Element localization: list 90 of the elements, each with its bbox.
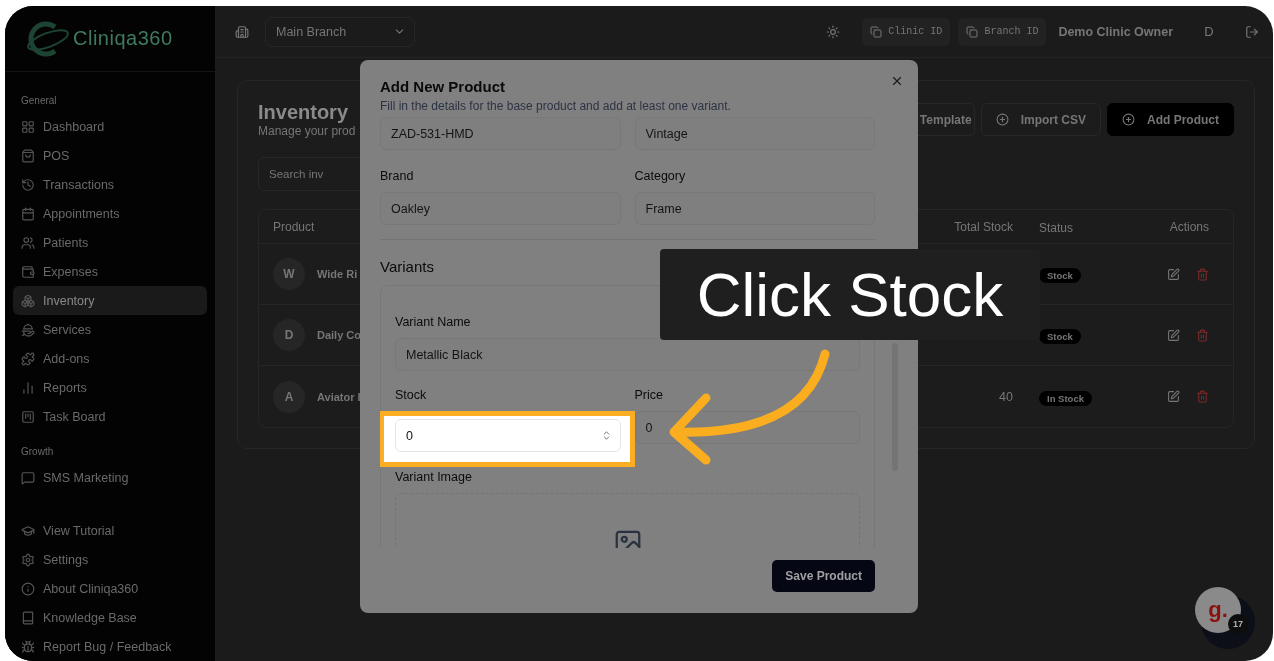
- field-label: Variant Image: [395, 469, 473, 485]
- field-label: Brand: [380, 168, 415, 184]
- column-header: Actions: [1169, 219, 1209, 234]
- modal-subtitle: Fill in the details for the base product and add at least one variant.: [380, 99, 732, 113]
- copy-icon: [870, 25, 883, 38]
- save-product-button[interactable]: Save Product: [772, 560, 875, 592]
- wallet-icon: [21, 264, 35, 279]
- info-icon: [21, 581, 35, 596]
- field-label: Stock: [395, 387, 428, 403]
- nav-item[interactable]: Task Board: [13, 402, 207, 431]
- grid-icon: [21, 119, 35, 134]
- nav-item[interactable]: POS: [13, 141, 207, 170]
- copy-id-button[interactable]: Branch ID: [958, 17, 1047, 46]
- nav-item[interactable]: Transactions: [13, 170, 207, 199]
- user-name: Demo Clinic Owner: [1058, 24, 1173, 39]
- plus-circle-icon: [1122, 113, 1135, 126]
- section-title: Growth: [20, 445, 55, 459]
- status-badge: Stock: [1039, 329, 1081, 344]
- settings-icon: [21, 552, 35, 567]
- nav-item[interactable]: Services: [13, 315, 207, 344]
- nav-item[interactable]: About Cliniqa360: [13, 574, 207, 603]
- nav-item[interactable]: Report Bug / Feedback: [13, 632, 207, 661]
- bug-icon: [21, 639, 35, 654]
- nav-item[interactable]: Dashboard: [13, 112, 207, 141]
- number-field[interactable]: 0: [395, 419, 621, 452]
- input-field[interactable]: ZAD-531-HMD: [380, 117, 621, 150]
- nav-item[interactable]: Inventory: [13, 286, 207, 315]
- section-title: General: [20, 94, 58, 108]
- field-label: Category: [634, 168, 687, 184]
- bar-chart-icon: [21, 380, 35, 395]
- modal-title: Add New Product: [380, 78, 505, 95]
- page-title: Inventory: [258, 101, 350, 124]
- nav-item[interactable]: Add-ons: [13, 344, 207, 373]
- copy-icon: [966, 25, 979, 38]
- product-avatar: D: [273, 319, 305, 351]
- edit-icon[interactable]: [1167, 328, 1180, 342]
- theme-toggle-icon[interactable]: [826, 24, 841, 39]
- nav-item[interactable]: Patients: [13, 228, 207, 257]
- user-avatar[interactable]: D: [1195, 17, 1223, 46]
- edit-icon[interactable]: [1167, 267, 1180, 281]
- nav-item[interactable]: Reports: [13, 373, 207, 402]
- boxes-icon: [21, 293, 35, 308]
- notification-badge: 17: [1228, 614, 1248, 634]
- field-label: Price: [634, 387, 664, 403]
- callout-label: Click Stock: [660, 249, 1040, 340]
- nav-item[interactable]: View Tutorial: [13, 516, 207, 545]
- nav-item[interactable]: Knowledge Base: [13, 603, 207, 632]
- message-icon: [21, 470, 35, 485]
- input-field[interactable]: Vintage: [634, 117, 875, 150]
- platter-icon: [21, 322, 35, 337]
- logo-icon: [25, 18, 71, 59]
- edit-icon[interactable]: [1167, 390, 1180, 403]
- product-name: Aviator I: [317, 390, 361, 403]
- logo-text: Cliniqa360: [73, 27, 173, 50]
- nav-item[interactable]: Expenses: [13, 257, 207, 286]
- kanban-icon: [21, 409, 35, 424]
- status-badge: Stock: [1039, 268, 1081, 283]
- product-name: Wide Ri: [317, 268, 358, 280]
- close-icon: [890, 74, 904, 88]
- column-header: Product: [273, 219, 315, 234]
- nav-item[interactable]: SMS Marketing: [13, 463, 207, 492]
- calendar-icon: [21, 206, 35, 221]
- input-field[interactable]: Metallic Black: [395, 338, 860, 371]
- graduation-cap-icon: [21, 523, 35, 538]
- puzzle-icon: [21, 351, 35, 366]
- page-subtitle: Manage your prod: [258, 124, 356, 138]
- building-icon: [235, 24, 249, 39]
- status-badge: In Stock: [1039, 390, 1092, 406]
- stock-count: 40: [999, 389, 1013, 404]
- section-title: Variants: [380, 258, 435, 275]
- toolbar-button[interactable]: Import CSV: [980, 103, 1101, 136]
- toolbar-button[interactable]: Add Product: [1107, 103, 1234, 136]
- field-label: Variant Name: [395, 314, 472, 330]
- input-field[interactable]: Oakley: [380, 192, 621, 225]
- input-field[interactable]: Frame: [634, 192, 875, 225]
- bag-icon: [21, 148, 35, 163]
- column-header: Total Stock: [954, 219, 1013, 234]
- product-avatar: A: [273, 380, 305, 413]
- branch-select[interactable]: Main Branch: [265, 16, 415, 47]
- plus-circle-icon: [995, 113, 1009, 126]
- nav-item[interactable]: Settings: [13, 545, 207, 574]
- nav-item[interactable]: Appointments: [13, 199, 207, 228]
- book-icon: [21, 610, 35, 625]
- product-avatar: W: [273, 258, 305, 290]
- column-header: Status: [1039, 220, 1074, 235]
- history-icon: [21, 177, 35, 192]
- product-name: Daily Co: [317, 329, 361, 341]
- logout-icon[interactable]: [1245, 24, 1259, 39]
- copy-id-button[interactable]: Clinic ID: [862, 17, 951, 46]
- users-icon: [21, 235, 35, 250]
